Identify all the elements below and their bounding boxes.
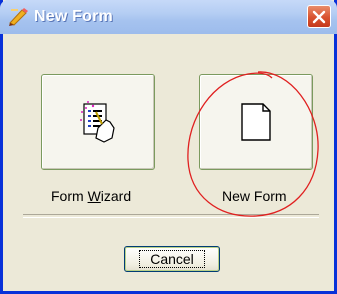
form-wizard-button[interactable] [41, 74, 155, 170]
form-wizard-icon [80, 101, 115, 143]
blank-page-icon [241, 103, 271, 141]
new-form-button[interactable] [199, 74, 313, 170]
close-icon [312, 10, 326, 23]
cancel-label: Cancel [139, 250, 205, 268]
title-bar[interactable]: New Form [0, 0, 337, 34]
new-form-label: New Form [222, 188, 287, 204]
separator [23, 214, 319, 218]
form-pencil-icon [9, 8, 28, 26]
dialog-title: New Form [34, 8, 113, 25]
close-button[interactable] [307, 5, 331, 28]
form-wizard-label: Form Wizard [51, 188, 132, 204]
cancel-button[interactable]: Cancel [124, 246, 220, 272]
new-form-dialog: New Form Form Wizard New Form Cancel [0, 0, 337, 294]
